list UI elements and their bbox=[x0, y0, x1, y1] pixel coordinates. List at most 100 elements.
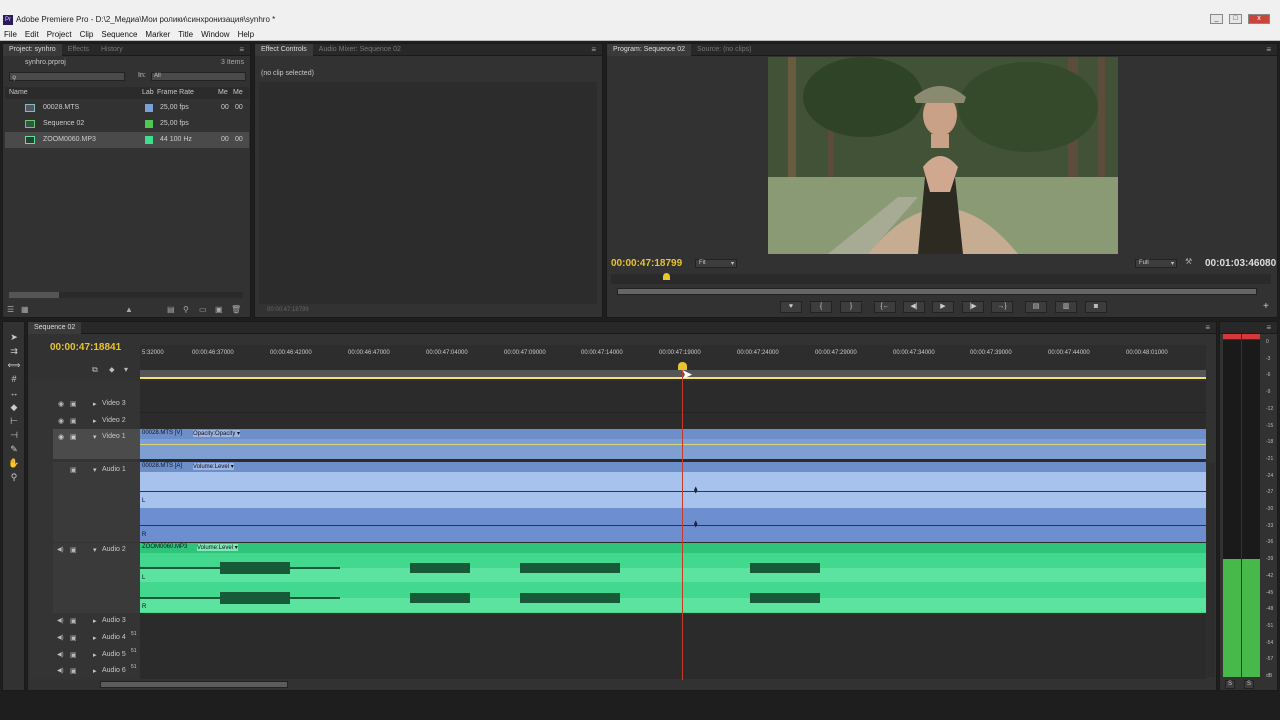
lock-icon[interactable]: ▣ bbox=[70, 634, 77, 642]
lock-icon[interactable]: ▣ bbox=[70, 433, 77, 441]
audio1-clip[interactable]: 00028.MTS [A] Volume:Level ▾ L R ⧫ ⧫ bbox=[140, 462, 1206, 542]
keyframe-icon[interactable]: ⧫ bbox=[694, 520, 697, 528]
quality-select[interactable]: Full ▾ bbox=[1135, 259, 1177, 268]
close-window-button[interactable]: x bbox=[1248, 14, 1270, 24]
vertical-scrollbar[interactable] bbox=[1207, 462, 1215, 677]
step-forward-button[interactable]: |▶ bbox=[962, 301, 984, 313]
menu-sequence[interactable]: Sequence bbox=[97, 28, 141, 39]
lock-icon[interactable]: ▣ bbox=[70, 667, 77, 675]
add-marker-button[interactable]: ♥ bbox=[780, 301, 802, 313]
list-item[interactable]: Sequence 02 25,00 fps bbox=[5, 116, 249, 132]
new-bin-icon[interactable]: ▭ bbox=[199, 305, 207, 314]
minimize-button[interactable]: _ bbox=[1210, 14, 1223, 24]
col-media-start[interactable]: Me bbox=[218, 87, 228, 99]
tab-effects[interactable]: Effects bbox=[62, 44, 95, 56]
audio2-clip[interactable]: ZOOM0060.MP3 Volume:Level ▾ L R bbox=[140, 543, 1206, 613]
step-back-button[interactable]: ◀| bbox=[903, 301, 925, 313]
menu-help[interactable]: Help bbox=[234, 28, 258, 39]
new-item-icon[interactable]: ▣ bbox=[215, 305, 223, 314]
expand-track-icon[interactable]: ▸ bbox=[93, 417, 97, 425]
keyframe-icon[interactable]: ⧫ bbox=[694, 486, 697, 494]
panel-menu-icon[interactable]: ≡ bbox=[1266, 323, 1271, 332]
panel-menu-icon[interactable]: ≡ bbox=[591, 45, 596, 54]
speaker-icon[interactable]: ◀) bbox=[57, 651, 64, 658]
lock-icon[interactable]: ▣ bbox=[70, 546, 77, 554]
slide-tool-icon[interactable]: ⊣ bbox=[7, 430, 21, 442]
tab-source[interactable]: Source: (no clips) bbox=[691, 44, 757, 56]
volume-rubberband[interactable] bbox=[140, 525, 1206, 526]
tab-audio-mixer[interactable]: Audio Mixer: Sequence 02 bbox=[313, 44, 407, 56]
wrench-icon[interactable]: ⚒ bbox=[1185, 257, 1192, 266]
speaker-icon[interactable]: ◀) bbox=[57, 546, 64, 553]
tab-program[interactable]: Program: Sequence 02 bbox=[607, 44, 691, 56]
rate-stretch-tool-icon[interactable]: ↔ bbox=[7, 388, 21, 400]
horizontal-scrollbar[interactable] bbox=[9, 292, 243, 298]
tab-project[interactable]: Project: synhro bbox=[3, 44, 62, 56]
snap-icon[interactable]: ⧉ bbox=[92, 365, 98, 375]
expand-track-icon[interactable]: ▸ bbox=[93, 617, 97, 625]
tab-effect-controls[interactable]: Effect Controls bbox=[255, 44, 313, 56]
marker-icon[interactable]: ▾ bbox=[124, 365, 128, 374]
monitor-time-ruler[interactable] bbox=[611, 273, 1271, 284]
eye-icon[interactable]: ◉ bbox=[58, 400, 64, 408]
menu-clip[interactable]: Clip bbox=[76, 28, 98, 39]
lift-button[interactable]: ▤ bbox=[1025, 301, 1047, 313]
expand-track-icon[interactable]: ▸ bbox=[93, 634, 97, 642]
export-frame-button[interactable]: ◙ bbox=[1085, 301, 1107, 313]
selection-tool-icon[interactable]: ➤ bbox=[7, 332, 21, 344]
speaker-icon[interactable]: ◀) bbox=[57, 634, 64, 641]
rolling-edit-tool-icon[interactable]: # bbox=[7, 374, 21, 386]
track-header-audio1[interactable] bbox=[53, 462, 140, 542]
opacity-rubberband[interactable] bbox=[140, 444, 1206, 445]
play-button[interactable]: ▶ bbox=[932, 301, 954, 313]
ripple-edit-tool-icon[interactable]: ⟺ bbox=[7, 360, 21, 372]
extract-button[interactable]: ▥ bbox=[1055, 301, 1077, 313]
list-item[interactable]: 00028.MTS 25,00 fps 00 00 bbox=[5, 100, 249, 116]
lock-icon[interactable]: ▣ bbox=[70, 466, 77, 474]
lock-icon[interactable]: ▣ bbox=[70, 617, 77, 625]
lock-icon[interactable]: ▣ bbox=[70, 417, 77, 425]
panel-menu-icon[interactable]: ≡ bbox=[1205, 323, 1210, 332]
slip-tool-icon[interactable]: ⊢ bbox=[7, 416, 21, 428]
clip-indicator-left[interactable] bbox=[1223, 334, 1241, 339]
clip-fx-menu[interactable]: Opacity:Opacity ▾ bbox=[193, 430, 241, 437]
lock-icon[interactable]: ▣ bbox=[70, 400, 77, 408]
add-marker-icon[interactable]: ⬥ bbox=[109, 365, 115, 375]
playhead-line[interactable] bbox=[682, 370, 683, 680]
collapse-track-icon[interactable]: ▾ bbox=[93, 433, 97, 441]
panel-menu-icon[interactable]: ≡ bbox=[239, 45, 244, 54]
go-to-in-button[interactable]: {← bbox=[874, 301, 896, 313]
automate-to-sequence-icon[interactable]: ▤ bbox=[167, 305, 175, 314]
track-select-tool-icon[interactable]: ⇉ bbox=[7, 346, 21, 358]
volume-rubberband[interactable] bbox=[140, 491, 1206, 492]
eye-icon[interactable]: ◉ bbox=[58, 417, 64, 425]
menu-title[interactable]: Title bbox=[174, 28, 197, 39]
panel-menu-icon[interactable]: ≡ bbox=[1266, 45, 1271, 54]
zoom-tool-icon[interactable]: ⚲ bbox=[7, 472, 21, 484]
lock-icon[interactable]: ▣ bbox=[70, 651, 77, 659]
timeline-zoom-scrollbar[interactable] bbox=[100, 681, 288, 688]
program-timecode[interactable]: 00:00:47:18799 bbox=[611, 258, 682, 269]
col-media-end[interactable]: Me bbox=[233, 87, 243, 99]
clip-fx-menu[interactable]: Volume:Level ▾ bbox=[193, 463, 234, 470]
search-input[interactable]: ⚲ bbox=[9, 72, 125, 82]
clip-indicator-right[interactable] bbox=[1242, 334, 1260, 339]
zoom-select[interactable]: Fit ▾ bbox=[695, 259, 737, 268]
video1-clip[interactable]: 00028.MTS [V] Opacity:Opacity ▾ bbox=[140, 429, 1206, 459]
menu-window[interactable]: Window bbox=[197, 28, 233, 39]
menu-project[interactable]: Project bbox=[43, 28, 76, 39]
mark-in-button[interactable]: { bbox=[810, 301, 832, 313]
list-view-icon[interactable]: ☰ bbox=[7, 305, 14, 314]
timeline-timecode[interactable]: 00:00:47:18841 bbox=[50, 342, 121, 353]
expand-track-icon[interactable]: ▸ bbox=[93, 667, 97, 675]
menu-file[interactable]: File bbox=[0, 28, 21, 39]
clip-fx-menu[interactable]: Volume:Level ▾ bbox=[197, 544, 238, 551]
list-item[interactable]: ZOOM0060.MP3 44 100 Hz 00 00 bbox=[5, 132, 249, 148]
hand-tool-icon[interactable]: ✋ bbox=[7, 458, 21, 470]
find-icon[interactable]: ⚲ bbox=[183, 305, 189, 314]
solo-right-button[interactable]: S bbox=[1244, 680, 1254, 689]
speaker-icon[interactable]: ◀) bbox=[57, 617, 64, 624]
monitor-zoom-bar[interactable] bbox=[617, 288, 1257, 295]
razor-tool-icon[interactable]: ◆ bbox=[7, 402, 21, 414]
collapse-track-icon[interactable]: ▾ bbox=[93, 466, 97, 474]
